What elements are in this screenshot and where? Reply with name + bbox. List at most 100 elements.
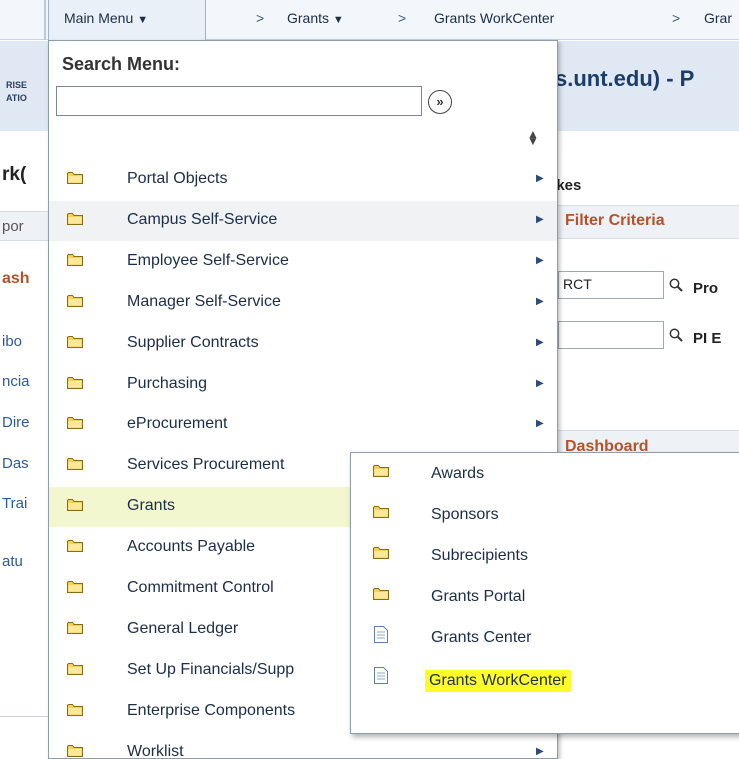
field-label: Pro [693, 280, 719, 297]
submenu-item-label: Grants WorkCenter [425, 670, 571, 692]
folder-icon [67, 744, 83, 757]
menu-item-purchasing[interactable]: Purchasing ▶ [49, 365, 557, 405]
submenu-arrow-icon: ▶ [536, 296, 544, 307]
sidebar-link[interactable]: Das [2, 455, 29, 472]
nav-divider [44, 0, 46, 40]
menu-item-label: Enterprise Components [127, 702, 296, 719]
menu-item-label: General Ledger [127, 620, 239, 637]
breadcrumb-separator-icon: > [256, 10, 265, 26]
menu-item-supplier-contracts[interactable]: Supplier Contracts ▶ [49, 324, 557, 364]
menu-item-label: eProcurement [127, 415, 228, 432]
breadcrumb-grants-workcenter[interactable]: Grants WorkCenter [434, 10, 554, 26]
menu-item-label: Supplier Contracts [127, 334, 259, 351]
submenu-item-label: Grants Portal [431, 588, 526, 605]
folder-icon [67, 294, 83, 307]
folder-icon [67, 539, 83, 552]
menu-item-label: Commitment Control [127, 579, 274, 596]
menu-item-label: Manager Self-Service [127, 293, 281, 310]
submenu-item-grants-portal[interactable]: Grants Portal [351, 577, 739, 617]
sidebar-link[interactable]: Trai [2, 495, 27, 512]
submenu-arrow-icon: ▶ [536, 418, 544, 429]
folder-icon [373, 505, 389, 518]
folder-icon [67, 212, 83, 225]
breadcrumb-separator-icon: > [672, 10, 681, 26]
grants-submenu: Awards Sponsors Subrecipients Grants Portal… [350, 452, 739, 734]
menu-item-employee-self-service[interactable]: Employee Self-Service ▶ [49, 242, 557, 282]
menu-item-label: Set Up Financials/Supp [127, 661, 295, 678]
menu-item-label: Purchasing [127, 375, 208, 392]
page-icon [374, 667, 388, 684]
top-navigation-bar: Main Menu ▼ > Grants ▼ > Grants WorkCente… [0, 0, 739, 40]
folder-icon [373, 546, 389, 559]
submenu-item-label: Awards [431, 465, 485, 482]
breadcrumb-separator-icon: > [398, 10, 407, 26]
folder-icon [67, 498, 83, 511]
submenu-item-grants-center[interactable]: Grants Center [351, 618, 739, 658]
banner-logo-text: ATIO [6, 93, 27, 103]
menu-item-label: Portal Objects [127, 170, 228, 187]
section-header-fragment: ash [2, 270, 30, 287]
lookup-icon[interactable] [669, 278, 683, 292]
folder-icon [67, 621, 83, 634]
lookup-icon[interactable] [669, 328, 683, 342]
folder-icon [373, 587, 389, 600]
submenu-item-grants-workcenter[interactable]: Grants WorkCenter [351, 659, 739, 699]
search-menu-label: Search Menu: [62, 54, 181, 74]
menu-item-portal-objects[interactable]: Portal Objects ▶ [49, 160, 557, 200]
folder-icon [67, 457, 83, 470]
menu-item-eprocurement[interactable]: eProcurement ▶ [49, 405, 557, 445]
submenu-item-label: Sponsors [431, 506, 499, 523]
breadcrumb-grants-truncated[interactable]: Grar [704, 10, 732, 26]
folder-icon [67, 416, 83, 429]
submenu-item-awards[interactable]: Awards [351, 454, 739, 494]
breadcrumb-grants[interactable]: Grants ▼ [287, 10, 344, 26]
caret-down-icon: ▼ [332, 14, 344, 26]
menu-item-label: Employee Self-Service [127, 252, 289, 269]
folder-icon [67, 580, 83, 593]
filter-input[interactable]: RCT [558, 271, 664, 299]
submenu-arrow-icon: ▶ [536, 173, 544, 184]
search-menu-input[interactable] [56, 86, 422, 116]
main-menu-label: Main Menu [64, 10, 134, 26]
page-icon [374, 626, 388, 643]
folder-icon [67, 703, 83, 716]
sidebar-link[interactable]: Dire [2, 414, 30, 431]
menu-item-campus-self-service[interactable]: Campus Self-Service ▶ [49, 201, 557, 241]
submenu-arrow-icon: ▶ [536, 255, 544, 266]
submenu-arrow-icon: ▶ [536, 378, 544, 389]
sidebar-link[interactable]: ibo [2, 333, 22, 350]
menu-item-worklist[interactable]: Worklist ▶ [49, 733, 557, 759]
banner-title: s.unt.edu) - P [555, 66, 695, 91]
menu-item-label: Campus Self-Service [127, 211, 278, 228]
folder-icon [67, 376, 83, 389]
folder-icon [67, 171, 83, 184]
page-title-fragment: rk( [2, 164, 27, 185]
submenu-item-label: Subrecipients [431, 547, 528, 564]
sidebar-link[interactable]: ncia [2, 373, 30, 390]
menu-item-label: Accounts Payable [127, 538, 256, 555]
submenu-item-label: Grants Center [431, 629, 532, 646]
menu-item-label: Services Procurement [127, 456, 285, 473]
caret-down-icon: ▼ [137, 14, 149, 26]
banner-logo-text: RISE [6, 80, 28, 90]
double-chevron-right-icon[interactable]: » [428, 90, 452, 114]
folder-icon [373, 464, 389, 477]
submenu-item-subrecipients[interactable]: Subrecipients [351, 536, 739, 576]
filter-criteria-heading: Filter Criteria [565, 212, 665, 229]
submenu-arrow-icon: ▶ [536, 214, 544, 225]
folder-icon [67, 335, 83, 348]
main-menu-button[interactable]: Main Menu ▼ [48, 0, 206, 40]
menu-item-label: Grants [127, 497, 176, 514]
submenu-arrow-icon: ▶ [536, 746, 544, 757]
sidebar-link[interactable]: atu [2, 553, 23, 570]
divider [0, 716, 48, 717]
filter-input[interactable] [558, 321, 664, 349]
folder-icon [67, 253, 83, 266]
submenu-arrow-icon: ▶ [536, 337, 544, 348]
menu-item-manager-self-service[interactable]: Manager Self-Service ▶ [49, 283, 557, 323]
sort-icon[interactable]: ▲ ▼ [527, 128, 539, 147]
menu-item-label: Worklist [127, 743, 184, 759]
submenu-item-sponsors[interactable]: Sponsors [351, 495, 739, 535]
field-label: PI E [693, 330, 722, 347]
tab-fragment[interactable]: por [2, 218, 24, 235]
